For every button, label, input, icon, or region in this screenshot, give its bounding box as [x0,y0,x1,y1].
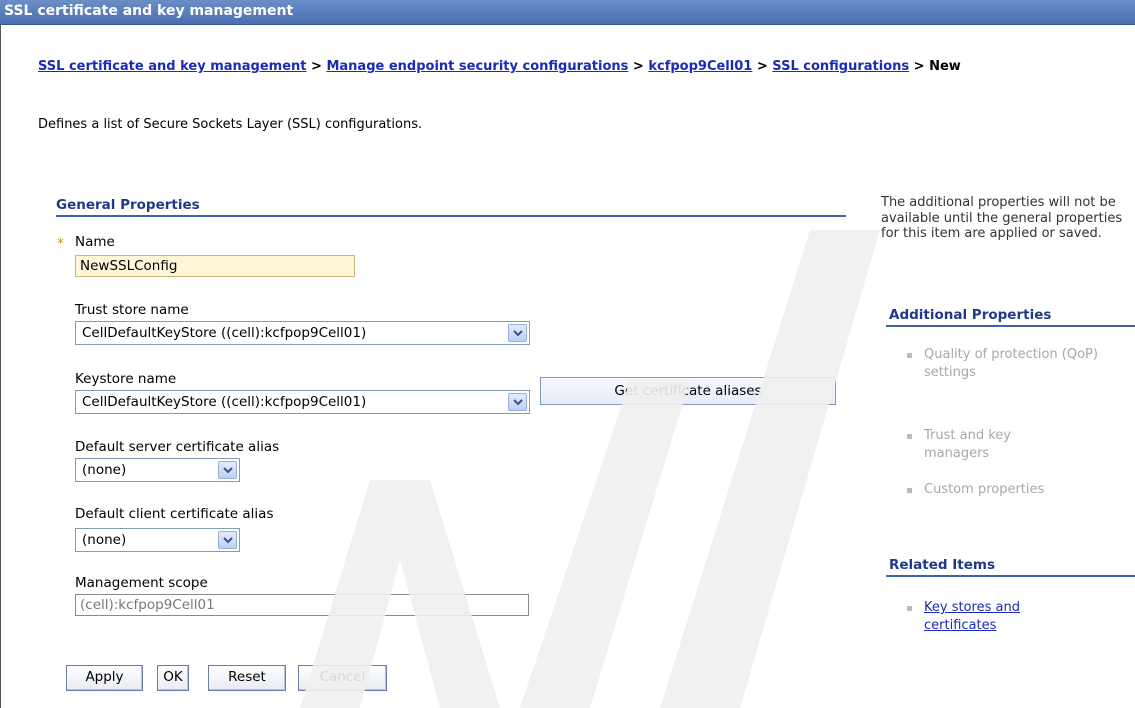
chevron-down-icon[interactable] [508,393,527,411]
bullet-icon [907,488,912,493]
window-title: SSL certificate and key management [4,3,294,19]
reset-button[interactable]: Reset [208,665,286,691]
chevron-down-icon[interactable] [218,531,237,549]
keystore-value: CellDefaultKeyStore ((cell):kcfpop9Cell0… [82,394,367,410]
section-divider [56,215,846,217]
bullet-icon [907,606,912,611]
key-stores-link[interactable]: Key stores and certificates [924,600,1020,633]
management-scope-label: Management scope [75,575,208,591]
breadcrumb-separator: > [756,59,768,74]
cancel-button[interactable]: Cancel [298,665,387,691]
list-item-custom-properties: Custom properties [907,481,1124,499]
frame-border [0,24,1,708]
list-item-qop-settings: Quality of protection (QoP) settings [907,346,1099,382]
list-item-trust-key-managers: Trust and key managers [907,427,1074,463]
trust-store-select[interactable]: CellDefaultKeyStore ((cell):kcfpop9Cell0… [75,321,530,345]
keystore-label: Keystore name [75,371,177,387]
breadcrumb-link-ssl-management[interactable]: SSL certificate and key management [38,59,307,74]
breadcrumb-link-ssl-configurations[interactable]: SSL configurations [772,59,909,74]
breadcrumb-link-cell[interactable]: kcfpop9Cell01 [648,59,752,74]
server-alias-label: Default server certificate alias [75,439,280,455]
bullet-icon [907,353,912,358]
server-alias-select[interactable]: (none) [75,458,240,482]
name-input[interactable] [75,255,355,277]
sidebar-note: The additional properties will not be av… [881,195,1123,241]
trust-store-value: CellDefaultKeyStore ((cell):kcfpop9Cell0… [82,325,367,341]
required-star-icon: * [57,236,64,252]
sidebar-divider [886,575,1135,577]
management-scope-field [75,594,529,616]
trust-store-label: Trust store name [75,302,189,318]
ok-button[interactable]: OK [157,665,189,691]
additional-properties-title: Additional Properties [889,307,1052,323]
chevron-down-icon[interactable] [508,324,527,342]
breadcrumb-current: New [929,59,961,74]
keystore-select[interactable]: CellDefaultKeyStore ((cell):kcfpop9Cell0… [75,390,530,414]
list-item-key-stores: Key stores and certificates [907,599,1074,635]
client-alias-select[interactable]: (none) [75,528,240,552]
page-description: Defines a list of Secure Sockets Layer (… [38,117,423,132]
chevron-down-icon[interactable] [218,461,237,479]
client-alias-label: Default client certificate alias [75,506,274,522]
server-alias-value: (none) [82,462,127,478]
client-alias-value: (none) [82,532,127,548]
breadcrumb-link-endpoint-security[interactable]: Manage endpoint security configurations [326,59,628,74]
bullet-icon [907,434,912,439]
apply-button[interactable]: Apply [66,665,143,691]
sidebar-divider [886,325,1135,327]
name-label: Name [75,234,115,250]
breadcrumb-separator: > [632,59,644,74]
breadcrumb-separator: > [311,59,322,74]
get-certificate-aliases-button[interactable]: Get certificate aliases [540,377,836,405]
breadcrumb: SSL certificate and key management > Man… [38,58,1058,75]
window-titlebar: SSL certificate and key management [0,0,1135,25]
related-items-title: Related Items [889,557,995,573]
breadcrumb-separator: > [913,59,925,74]
general-properties-title: General Properties [56,197,200,213]
